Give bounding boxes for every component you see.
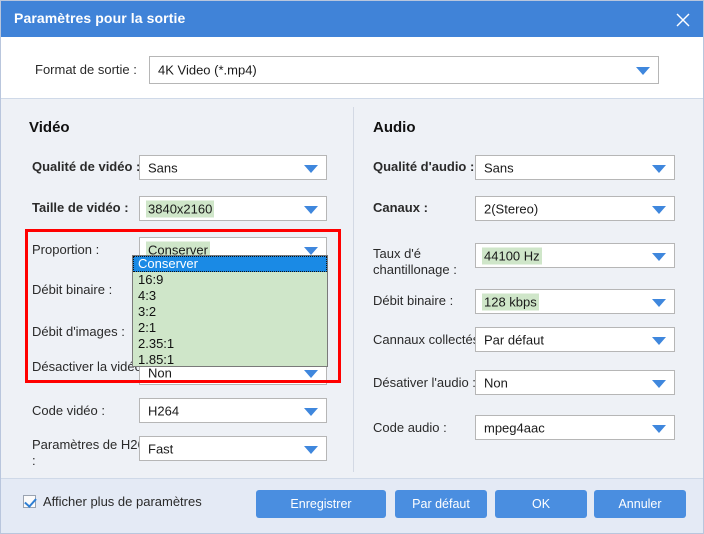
dropdown-option[interactable]: 2:1 (133, 320, 327, 336)
chevron-down-icon (652, 298, 666, 307)
label-video-codec: Code vidéo : (32, 403, 105, 418)
video-section-title: Vidéo (29, 119, 70, 136)
sample-rate-value: 44100 Hz (482, 247, 542, 264)
audio-codec-select[interactable]: mpeg4aac (475, 415, 675, 440)
dropdown-option[interactable]: 3:2 (133, 304, 327, 320)
dropdown-option[interactable]: 2.35:1 (133, 336, 327, 352)
dropdown-option[interactable]: 4:3 (133, 288, 327, 304)
chevron-down-icon (304, 445, 318, 454)
audio-quality-value: Sans (484, 160, 514, 175)
proportion-dropdown-list[interactable]: Conserver 16:9 4:3 3:2 2:1 2.35:1 1.85:1 (132, 255, 328, 367)
output-format-value: 4K Video (*.mp4) (158, 62, 257, 78)
video-quality-select[interactable]: Sans (139, 155, 327, 180)
show-more-params-label: Afficher plus de paramètres (43, 494, 202, 509)
close-icon[interactable] (667, 4, 699, 34)
disable-audio-value: Non (484, 375, 508, 390)
chevron-down-icon (304, 369, 318, 378)
default-button[interactable]: Par défaut (395, 490, 487, 518)
collected-channels-value: Par défaut (484, 332, 544, 347)
title-bar: Paramètres pour la sortie (1, 1, 703, 38)
h264-params-value: Fast (148, 441, 174, 456)
chevron-down-icon (636, 67, 650, 75)
save-button[interactable]: Enregistrer (256, 490, 386, 518)
output-format-label: Format de sortie : (35, 62, 137, 77)
dropdown-option[interactable]: Conserver (133, 256, 327, 272)
chevron-down-icon (652, 205, 666, 214)
channels-value: 2(Stereo) (484, 201, 539, 216)
video-codec-select[interactable]: H264 (139, 398, 327, 423)
chevron-down-icon (304, 205, 318, 214)
chevron-down-icon (304, 164, 318, 173)
channels-select[interactable]: 2(Stereo) (475, 196, 675, 221)
chevron-down-icon (652, 336, 666, 345)
video-size-select[interactable]: 3840x2160 (139, 196, 327, 221)
dialog-title: Paramètres pour la sortie (14, 10, 186, 26)
label-h264-params: Paramètres de H264 : (32, 437, 152, 468)
h264-params-select[interactable]: Fast (139, 436, 327, 461)
chevron-down-icon (652, 379, 666, 388)
disable-audio-select[interactable]: Non (475, 370, 675, 395)
video-size-value: 3840x2160 (146, 200, 215, 217)
audio-bitrate-value: 128 kbps (482, 293, 539, 310)
chevron-down-icon (304, 407, 318, 416)
output-format-select[interactable]: 4K Video (*.mp4) (149, 56, 659, 84)
output-settings-dialog: Paramètres pour la sortie Format de sort… (0, 0, 704, 534)
panel-divider (353, 107, 354, 472)
dropdown-option[interactable]: 1.85:1 (133, 352, 327, 366)
audio-bitrate-select[interactable]: 128 kbps (475, 289, 675, 314)
collected-channels-select[interactable]: Par défaut (475, 327, 675, 352)
cancel-button[interactable]: Annuler (594, 490, 686, 518)
dropdown-option[interactable]: 16:9 (133, 272, 327, 288)
show-more-params-checkbox[interactable]: Afficher plus de paramètres (23, 494, 202, 509)
video-quality-value: Sans (148, 160, 178, 175)
label-video-quality: Qualité de vidéo : (32, 159, 141, 174)
chevron-down-icon (652, 252, 666, 261)
audio-quality-select[interactable]: Sans (475, 155, 675, 180)
audio-codec-value: mpeg4aac (484, 420, 545, 435)
label-video-size: Taille de vidéo : (32, 200, 129, 215)
video-codec-value: H264 (148, 403, 180, 418)
chevron-down-icon (652, 424, 666, 433)
ok-button[interactable]: OK (495, 490, 587, 518)
chevron-down-icon (652, 164, 666, 173)
checkbox-box (23, 495, 36, 508)
chevron-down-icon (304, 246, 318, 255)
audio-section-title: Audio (373, 119, 416, 136)
sample-rate-select[interactable]: 44100 Hz (475, 243, 675, 268)
